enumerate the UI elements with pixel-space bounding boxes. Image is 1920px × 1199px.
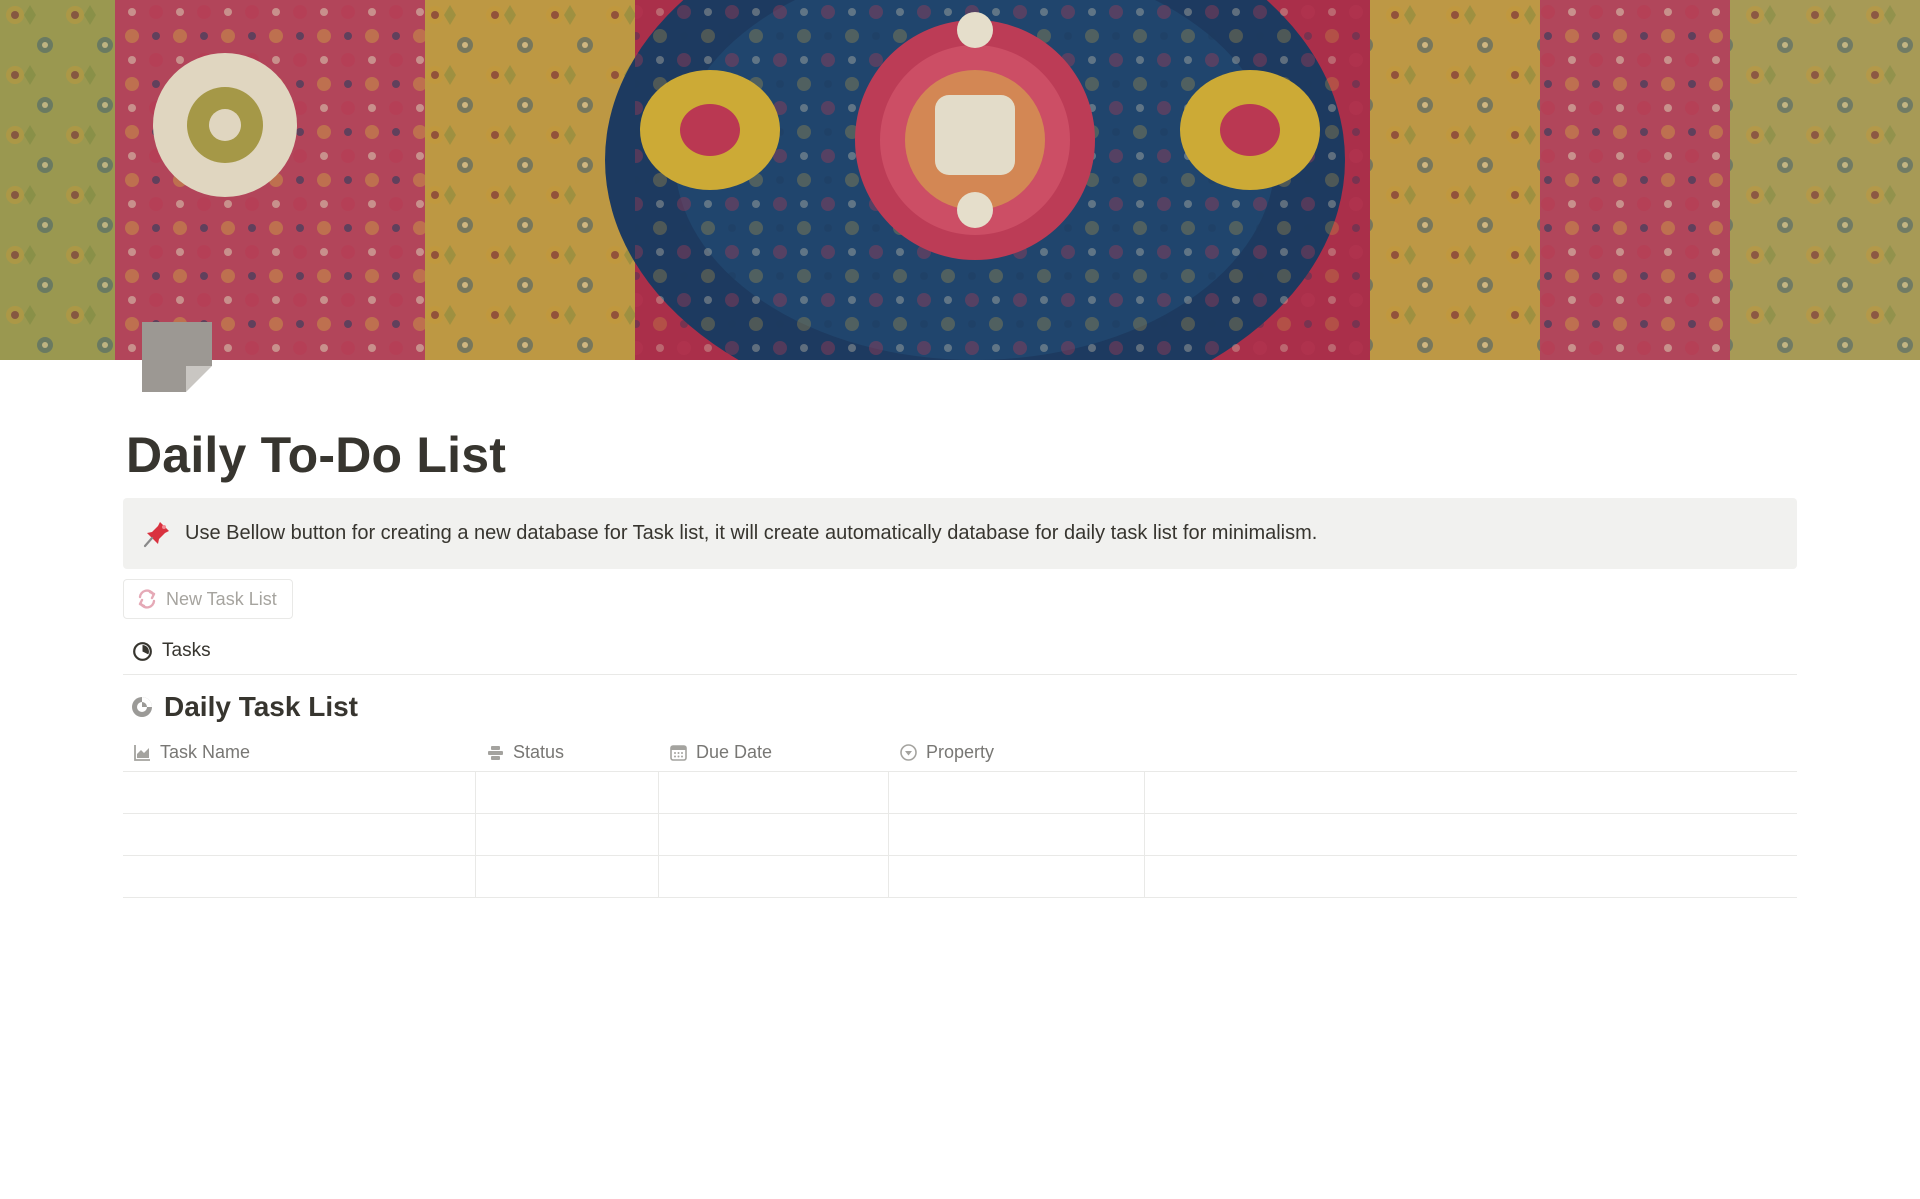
circle-progress-icon <box>133 641 152 661</box>
new-task-list-label: New Task List <box>166 588 277 609</box>
column-header-status[interactable]: Status <box>486 734 564 771</box>
tab-tasks-label: Tasks <box>162 640 211 661</box>
calendar-icon <box>670 745 687 761</box>
database-title-label: Daily Task List <box>164 691 359 722</box>
cell-property[interactable] <box>889 814 1144 855</box>
table-row[interactable] <box>123 856 1797 898</box>
column-header-task-name[interactable]: Task Name <box>133 734 250 771</box>
cell-task-name[interactable] <box>123 814 475 855</box>
stack-icon <box>488 746 503 760</box>
cell-status[interactable] <box>476 772 658 813</box>
cell-task-name[interactable] <box>123 772 475 813</box>
sticky-note-icon[interactable] <box>142 322 212 392</box>
cell-due-date[interactable] <box>659 772 888 813</box>
new-task-list-button[interactable]: New Task List <box>123 579 293 619</box>
tab-divider <box>123 674 1797 675</box>
chart-area-icon <box>134 745 150 761</box>
cell-status[interactable] <box>476 814 658 855</box>
tab-tasks[interactable]: Tasks <box>132 636 211 666</box>
pushpin-icon <box>143 521 169 547</box>
database-title[interactable]: Daily Task List <box>130 687 358 727</box>
cell-status[interactable] <box>476 856 658 897</box>
callout-text: Use Bellow button for creating a new dat… <box>185 522 1318 544</box>
column-header-property[interactable]: Property <box>899 734 994 771</box>
column-header-due-date[interactable]: Due Date <box>669 734 772 771</box>
cell-property[interactable] <box>889 856 1144 897</box>
cell-property[interactable] <box>889 772 1144 813</box>
page-title[interactable]: Daily To-Do List <box>126 423 506 487</box>
page-cover-image <box>0 0 1920 360</box>
cell-due-date[interactable] <box>659 856 888 897</box>
refresh-arrows-icon <box>138 589 156 609</box>
cell-due-date[interactable] <box>659 814 888 855</box>
table-row[interactable] <box>123 814 1797 856</box>
table-header: Task Name Status Due Date Property <box>123 734 1797 772</box>
callout-block[interactable]: Use Bellow button for creating a new dat… <box>123 498 1797 569</box>
table-row[interactable] <box>123 772 1797 814</box>
pie-progress-icon <box>132 697 152 717</box>
task-table: Task Name Status Due Date Property <box>123 734 1797 898</box>
select-circle-icon <box>900 744 917 761</box>
cell-task-name[interactable] <box>123 856 475 897</box>
